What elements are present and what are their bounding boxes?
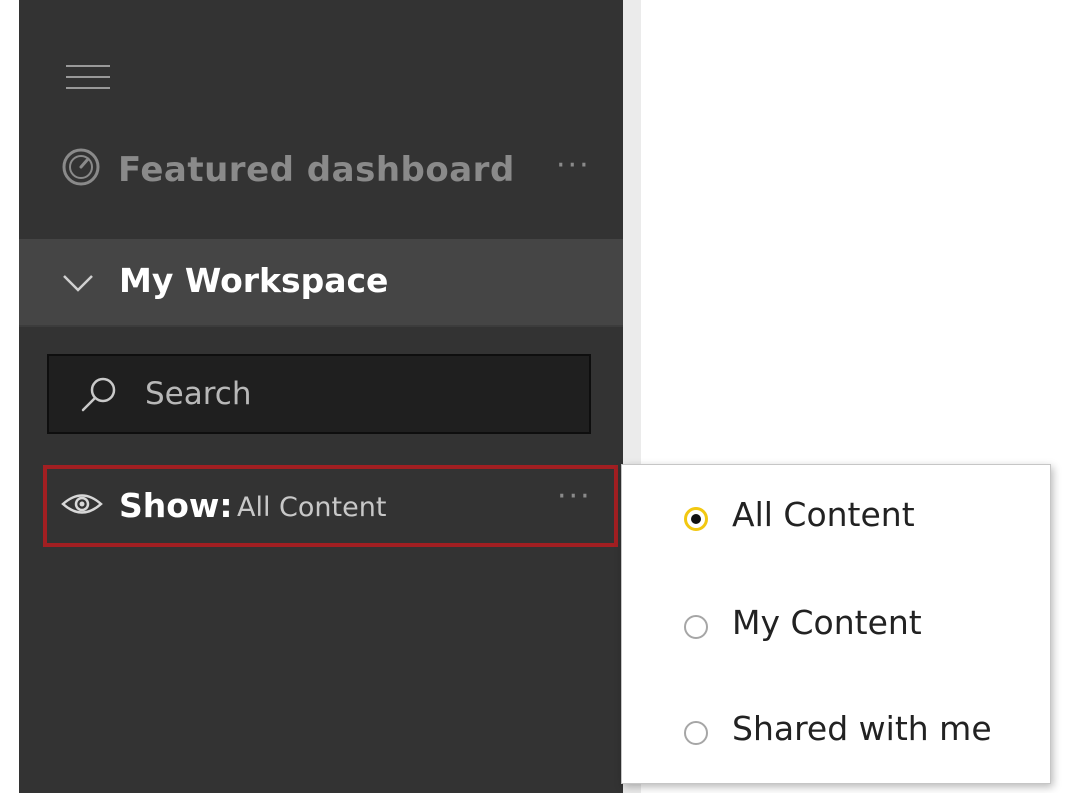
menu-option-all-content[interactable]: All Content bbox=[622, 475, 1050, 565]
radio-unselected-icon[interactable] bbox=[684, 721, 708, 745]
menu-option-label: Shared with me bbox=[732, 709, 992, 748]
menu-option-label: All Content bbox=[732, 495, 915, 534]
menu-option-my-content[interactable]: My Content bbox=[622, 583, 1050, 673]
menu-option-shared-with-me[interactable]: Shared with me bbox=[622, 689, 1050, 779]
chevron-down-icon[interactable] bbox=[61, 267, 95, 297]
show-value: All Content bbox=[237, 492, 387, 523]
search-icon bbox=[81, 377, 116, 412]
featured-more-button[interactable]: ··· bbox=[556, 148, 591, 183]
show-label: Show: bbox=[119, 486, 233, 525]
menu-option-label: My Content bbox=[732, 603, 922, 642]
content-filter-menu: All Content My Content Shared with me bbox=[621, 464, 1051, 784]
show-more-button[interactable]: ··· bbox=[557, 479, 592, 514]
featured-dashboard-item[interactable]: Featured dashboard ··· bbox=[60, 146, 600, 206]
my-workspace-header[interactable]: My Workspace bbox=[19, 239, 623, 327]
featured-dashboard-label: Featured dashboard bbox=[118, 150, 515, 190]
search-box[interactable] bbox=[47, 354, 591, 434]
show-filter-row[interactable]: Show: All Content ··· bbox=[43, 465, 618, 547]
radio-selected-icon[interactable] bbox=[684, 507, 708, 531]
hamburger-icon[interactable] bbox=[66, 63, 110, 93]
radio-unselected-icon[interactable] bbox=[684, 615, 708, 639]
eye-icon bbox=[61, 494, 103, 514]
my-workspace-label: My Workspace bbox=[119, 261, 389, 300]
gauge-icon bbox=[62, 148, 100, 186]
search-input[interactable] bbox=[145, 370, 565, 418]
